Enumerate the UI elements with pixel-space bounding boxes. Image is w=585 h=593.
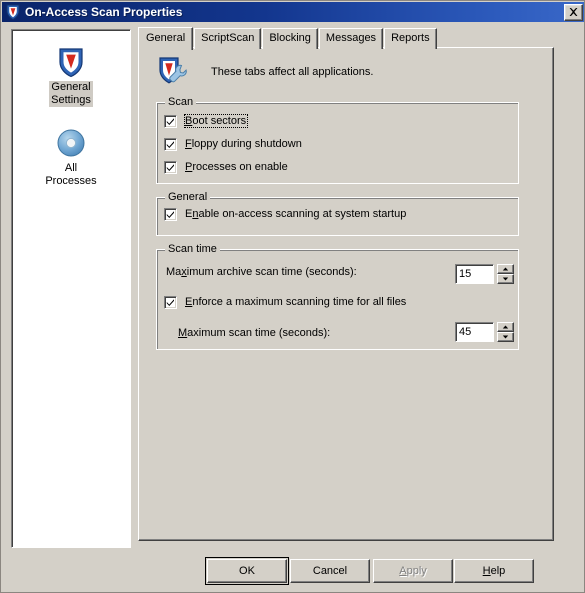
tab-strip: General ScriptScan Blocking Messages Rep…	[138, 27, 558, 50]
checkbox-box	[164, 207, 177, 221]
stepper-down-icon[interactable]	[497, 332, 514, 342]
stepper-up-icon[interactable]	[497, 264, 514, 274]
tab-reports[interactable]: Reports	[384, 28, 437, 49]
stepper-buttons[interactable]	[497, 264, 514, 284]
scan-group-title: Scan	[165, 96, 197, 108]
checkbox-enable-on-access-scanning[interactable]: Enable on-access scanning at system star…	[164, 207, 408, 221]
checkbox-boot-sectors[interactable]: Boot sectors	[164, 114, 249, 128]
scan-time-group-title: Scan time	[165, 243, 220, 255]
settings-sidebar: General Settings All Processes	[11, 29, 131, 548]
checkbox-box	[164, 137, 177, 151]
checkbox-processes-on-enable[interactable]: Processes on enable	[164, 160, 290, 174]
help-button[interactable]: Help	[454, 559, 534, 583]
general-group-title: General	[165, 191, 211, 203]
panel-banner: These tabs affect all applications.	[153, 55, 533, 89]
max-scan-time-stepper[interactable]	[455, 322, 514, 342]
apply-button[interactable]: Apply	[373, 559, 453, 583]
checkbox-label: Processes on enable	[185, 161, 288, 173]
tab-messages[interactable]: Messages	[318, 28, 384, 49]
on-access-scan-properties-dialog: On-Access Scan Properties General Settin…	[0, 0, 585, 593]
ok-button[interactable]: OK	[205, 557, 289, 585]
max-archive-scan-time-input[interactable]	[455, 264, 494, 284]
mcafee-shield-icon	[5, 4, 21, 20]
sidebar-item-general-settings[interactable]: General Settings	[12, 46, 130, 107]
close-icon[interactable]	[564, 3, 583, 21]
sidebar-item-label: All Processes	[45, 162, 97, 187]
disc-icon	[55, 127, 87, 159]
sidebar-item-label: General Settings	[49, 81, 93, 107]
cancel-button[interactable]: Cancel	[290, 559, 370, 583]
stepper-up-icon[interactable]	[497, 322, 514, 332]
stepper-down-icon[interactable]	[497, 274, 514, 284]
stepper-buttons[interactable]	[497, 322, 514, 342]
checkbox-label: Floppy during shutdown	[185, 138, 302, 150]
checkbox-box	[164, 114, 177, 128]
max-archive-scan-time-stepper[interactable]	[455, 264, 514, 284]
shield-wrench-icon	[157, 56, 191, 88]
checkbox-label: Boot sectors	[184, 114, 249, 128]
title-bar: On-Access Scan Properties	[2, 2, 584, 22]
checkbox-floppy-during-shutdown[interactable]: Floppy during shutdown	[164, 137, 304, 151]
max-scan-time-input[interactable]	[455, 322, 494, 342]
max-scan-time-label: Maximum scan time (seconds):	[178, 327, 331, 339]
banner-text: These tabs affect all applications.	[211, 66, 374, 78]
tab-scriptscan[interactable]: ScriptScan	[194, 28, 262, 49]
window-title: On-Access Scan Properties	[25, 5, 183, 19]
tab-blocking[interactable]: Blocking	[262, 28, 318, 49]
checkbox-label: Enable on-access scanning at system star…	[185, 208, 407, 220]
checkbox-box	[164, 160, 177, 174]
max-archive-scan-time-label: Maximum archive scan time (seconds):	[166, 266, 357, 278]
checkbox-box	[164, 295, 177, 309]
shield-icon	[55, 46, 87, 78]
checkbox-enforce-max-scanning-time[interactable]: Enforce a maximum scanning time for all …	[164, 295, 408, 309]
checkbox-label: Enforce a maximum scanning time for all …	[185, 296, 407, 308]
sidebar-item-all-processes[interactable]: All Processes	[12, 127, 130, 188]
tab-general[interactable]: General	[138, 27, 194, 50]
